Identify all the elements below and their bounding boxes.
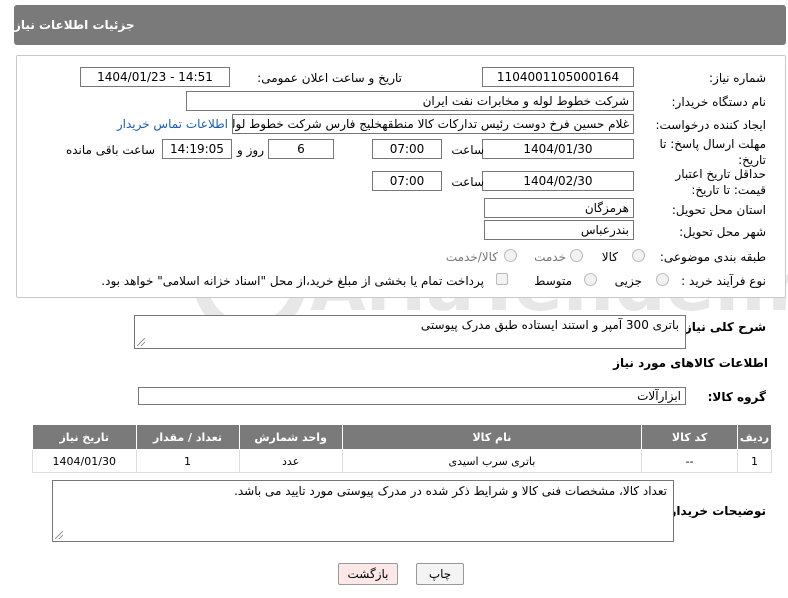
days-remaining-field[interactable]: 6 [268, 139, 334, 159]
buyer-notes-textarea[interactable]: تعداد کالا، مشخصات فنی کالا و شرایط ذکر … [52, 480, 674, 542]
page-header: جزئیات اطلاعات نیاز [14, 5, 786, 45]
process-medium-radio[interactable] [584, 273, 597, 286]
announce-datetime-field[interactable]: 1404/01/23 - 14:51 [80, 67, 230, 87]
category-service-label: خدمت [534, 250, 566, 264]
goods-group-field[interactable]: ابزارآلات [138, 387, 686, 405]
buyer-contact-link[interactable]: اطلاعات تماس خریدار [117, 117, 228, 131]
province-field[interactable]: هرمزگان [484, 198, 634, 218]
announce-datetime-label: تاریخ و ساعت اعلان عمومی: [257, 71, 402, 85]
price-validity-label: حداقل تاریخ اعتبار قیمت: تا تاریخ: [675, 167, 766, 197]
goods-group-label: گروه کالا: [707, 390, 766, 404]
requester-label: ایجاد کننده درخواست: [655, 118, 766, 132]
need-number-field[interactable]: 1104001105000164 [482, 67, 634, 87]
table-row[interactable]: 1 -- باتری سرب اسیدی عدد 1 1404/01/30 [32, 449, 772, 473]
description-textarea[interactable]: باتری 300 آمپر و استند ایستاده طبق مدرک … [134, 315, 686, 349]
col-header-quantity: تعداد / مقدار [135, 424, 240, 450]
price-validity-time-field[interactable]: 07:00 [372, 171, 442, 191]
goods-table-header: ردیف کد کالا نام کالا واحد شمارش تعداد /… [32, 424, 772, 450]
category-service-radio[interactable] [570, 249, 583, 262]
col-header-unit: واحد شمارش [238, 424, 343, 450]
description-text: باتری 300 آمپر و استند ایستاده طبق مدرک … [420, 318, 679, 332]
buyer-org-label: نام دستگاه خریدار: [671, 95, 767, 109]
goods-table: ردیف کد کالا نام کالا واحد شمارش تعداد /… [32, 424, 772, 473]
cell-row-number: 1 [737, 449, 772, 473]
cell-item-name: باتری سرب اسیدی [341, 449, 643, 473]
buyer-notes-label: توضیحات خریدار: [664, 504, 766, 518]
back-button[interactable]: بازگشت [338, 563, 398, 585]
city-field[interactable]: بندرعباس [484, 220, 634, 240]
need-number-label: شماره نیاز: [709, 71, 766, 85]
province-label: استان محل تحویل: [671, 203, 766, 217]
reply-deadline-date-field[interactable]: 1404/01/30 [482, 139, 634, 159]
col-header-need-date: تاریخ نیاز [32, 424, 137, 450]
reply-deadline-time-field[interactable]: 07:00 [372, 139, 442, 159]
category-goods-service-label: کالا/خدمت [445, 250, 498, 264]
days-label: روز و [237, 143, 264, 157]
treasury-payment-checkbox[interactable] [496, 273, 508, 285]
process-minor-radio[interactable] [656, 273, 669, 286]
col-header-item-code: کد کالا [641, 424, 739, 450]
buyer-org-field[interactable]: شرکت خطوط لوله و مخابرات نفت ایران [186, 91, 634, 111]
price-validity-date-field[interactable]: 1404/02/30 [482, 171, 634, 191]
time-remaining-field[interactable]: 14:19:05 [162, 139, 232, 159]
cell-quantity: 1 [135, 449, 240, 473]
print-button[interactable]: چاپ [416, 563, 464, 585]
time-remaining-label: ساعت باقی مانده [65, 143, 155, 157]
reply-deadline-label: مهلت ارسال پاسخ: تا تاریخ: [659, 137, 766, 167]
description-label: شرح کلی نیاز: [680, 320, 766, 334]
city-label: شهر محل تحویل: [679, 225, 766, 239]
category-goods-label: کالا [601, 250, 618, 264]
reply-deadline-time-label: ساعت [451, 143, 484, 157]
treasury-payment-note: پرداخت تمام یا بخشی از مبلغ خرید،از محل … [101, 274, 484, 288]
page-title: جزئیات اطلاعات نیاز [14, 18, 135, 32]
process-label: نوع فرآیند خرید : [681, 274, 766, 288]
process-minor-label: جزیی [614, 274, 642, 288]
cell-need-date: 1404/01/30 [32, 449, 137, 473]
col-header-row-number: ردیف [737, 424, 772, 450]
process-medium-label: متوسط [534, 274, 572, 288]
price-validity-time-label: ساعت [451, 175, 484, 189]
cell-unit: عدد [238, 449, 343, 473]
category-label: طبقه بندی موضوعی: [659, 250, 766, 264]
goods-section-title: اطلاعات کالاهای مورد نیاز [613, 356, 768, 370]
category-goods-service-radio[interactable] [504, 249, 517, 262]
resize-grip-icon[interactable] [55, 531, 63, 539]
col-header-item-name: نام کالا [341, 424, 643, 450]
category-goods-radio[interactable] [632, 249, 645, 262]
buyer-notes-text: تعداد کالا، مشخصات فنی کالا و شرایط ذکر … [234, 484, 667, 498]
cell-item-code: -- [641, 449, 739, 473]
resize-grip-icon[interactable] [137, 338, 145, 346]
requester-field[interactable]: غلام حسین فرخ دوست رئیس تدارکات کالا منط… [232, 114, 634, 134]
